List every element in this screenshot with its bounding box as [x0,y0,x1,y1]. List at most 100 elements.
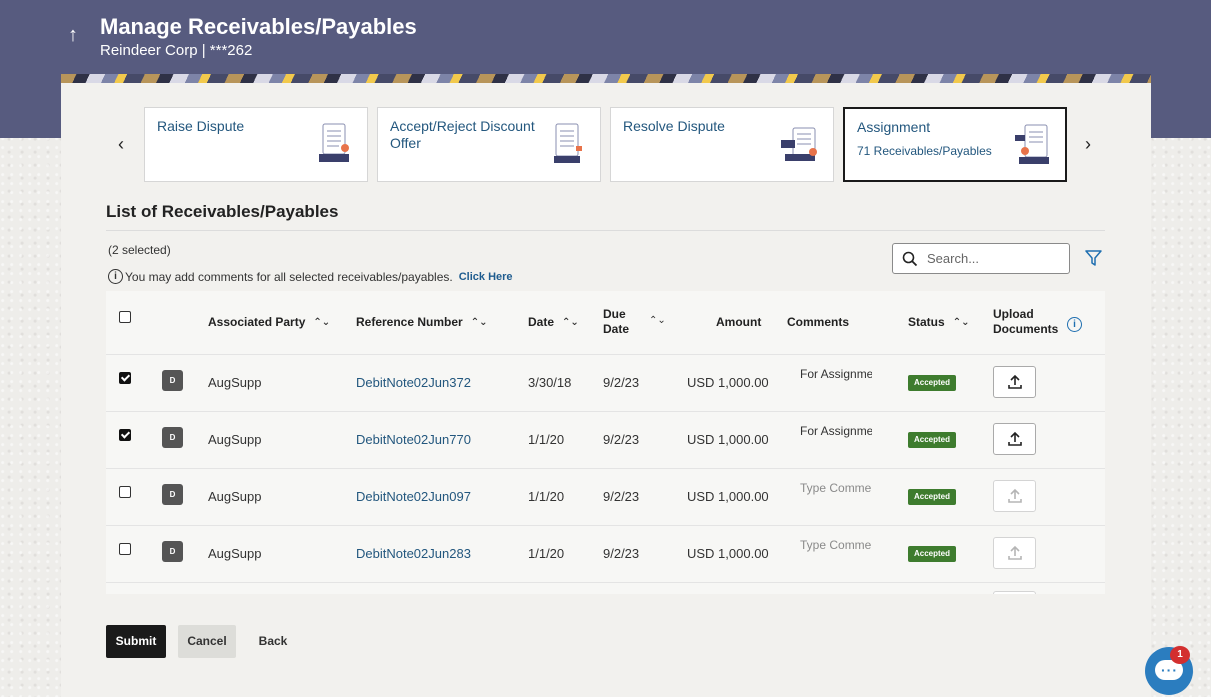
date: 3/30/18 [528,375,572,390]
due-date: 9/2/23 [603,375,640,390]
header-date[interactable]: Date ⌃⌄ [528,315,579,330]
upload-button[interactable] [993,423,1036,455]
due-date: 9/2/23 [603,489,640,504]
avatar: D [162,427,183,448]
receivables-table: Associated Party ⌃⌄ Reference Number ⌃⌄ Da… [106,291,1105,594]
table-row-partial [106,583,1105,594]
notification-badge: 1 [1170,646,1190,664]
back-button[interactable]: Back [250,625,296,658]
card-raise-dispute[interactable]: Raise Dispute [144,107,368,182]
comment-input[interactable]: Type Comme [800,538,872,552]
avatar: D [162,541,183,562]
associated-party: AugSupp [208,546,262,561]
comment-hint: i You may add comments for all selected … [108,269,513,284]
card-assignment[interactable]: Assignment 71 Receivables/Payables [843,107,1067,182]
document-assign-icon [1015,124,1049,164]
card-title: Raise Dispute [157,118,245,134]
sort-icon: ⌃⌄ [562,317,579,329]
header-status[interactable]: Status ⌃⌄ [908,315,969,330]
card-title: Resolve Dispute [623,118,725,134]
upload-icon [1008,431,1022,446]
document-resolve-icon [781,127,817,161]
search-box[interactable] [892,243,1070,274]
header-upload-documents: Upload Documents [993,307,1059,336]
reference-link[interactable]: DebitNote02Jun372 [356,375,471,390]
header-due-date[interactable]: Due Date [603,307,643,337]
sort-icon[interactable]: ⌃⌄ [649,315,666,326]
card-accept-reject-discount[interactable]: Accept/Reject Discount Offer [377,107,601,182]
avatar: D [162,484,183,505]
comment-input[interactable]: For Assignme [800,424,872,438]
associated-party: AugSupp [208,375,262,390]
sort-icon: ⌃⌄ [470,317,488,329]
row-checkbox[interactable] [119,372,131,384]
hint-text: You may add comments for all selected re… [125,269,453,284]
table-row: D AugSupp DebitNote02Jun097 1/1/20 9/2/2… [106,469,1105,526]
reference-link[interactable]: DebitNote02Jun770 [356,432,471,447]
selected-count: (2 selected) [108,243,171,257]
page-title: Manage Receivables/Payables [100,14,417,39]
page-subtitle: Reindeer Corp | ***262 [100,42,253,59]
decorative-banner [61,74,1151,83]
upload-button[interactable] [993,537,1036,569]
document-edit-icon [319,123,349,162]
sort-icon: ⌃⌄ [952,317,970,329]
sort-icon: ⌃⌄ [313,317,331,329]
carousel-prev-icon[interactable]: ‹ [118,134,124,155]
avatar: D [162,370,183,391]
due-date: 9/2/23 [603,432,640,447]
status-badge: Accepted [908,546,957,562]
table-row: D AugSupp DebitNote02Jun770 1/1/20 9/2/2… [106,412,1105,469]
associated-party: AugSupp [208,489,262,504]
row-checkbox[interactable] [119,486,131,498]
card-count: 71 Receivables/Payables [857,144,992,158]
associated-party: AugSupp [208,432,262,447]
table-row: D AugSupp DebitNote02Jun283 1/1/20 9/2/2… [106,526,1105,583]
table-header: Associated Party ⌃⌄ Reference Number ⌃⌄ Da… [106,291,1105,355]
info-icon: i [108,269,123,284]
date: 1/1/20 [528,489,565,504]
card-resolve-dispute[interactable]: Resolve Dispute [610,107,834,182]
due-date: 9/2/23 [603,546,640,561]
status-badge: Accepted [908,489,957,505]
comment-input[interactable]: Type Comme [800,481,872,495]
reference-link[interactable]: DebitNote02Jun283 [356,546,471,561]
row-checkbox[interactable] [119,429,131,441]
amount: USD 1,000.00 [687,489,769,504]
header-reference-number[interactable]: Reference Number ⌃⌄ [356,315,487,330]
date: 1/1/20 [528,546,565,561]
upload-button[interactable] [993,591,1036,594]
divider [106,230,1105,231]
chat-dots: ··· [1161,662,1178,678]
card-title: Assignment [857,119,931,135]
upload-button[interactable] [993,480,1036,512]
select-all-checkbox[interactable] [119,311,131,323]
submit-button[interactable]: Submit [106,625,166,658]
filter-icon[interactable] [1085,250,1102,266]
amount: USD 1,000.00 [687,546,769,561]
search-icon [902,251,918,267]
upload-icon [1008,488,1022,503]
carousel-next-icon[interactable]: › [1085,134,1091,155]
search-input[interactable] [925,250,1059,267]
list-title: List of Receivables/Payables [106,202,339,221]
document-list-icon [554,123,582,163]
chat-button[interactable]: ··· 1 [1145,646,1193,695]
header-associated-party[interactable]: Associated Party ⌃⌄ [208,315,330,330]
table-row: D AugSupp DebitNote02Jun372 3/30/18 9/2/… [106,355,1105,412]
click-here-link[interactable]: Click Here [459,271,513,283]
header-amount: Amount [716,315,762,329]
upload-button[interactable] [993,366,1036,398]
reference-link[interactable]: DebitNote02Jun097 [356,489,471,504]
header-comments: Comments [787,315,850,329]
card-title: Accept/Reject Discount Offer [390,118,535,151]
upload-icon [1008,374,1022,389]
comment-input[interactable]: For Assignme [800,367,872,381]
status-badge: Accepted [908,375,957,391]
upload-info-icon[interactable]: i [1067,317,1082,332]
amount: USD 1,000.00 [687,375,769,390]
row-checkbox[interactable] [119,543,131,555]
cancel-button[interactable]: Cancel [178,625,236,658]
back-arrow-icon[interactable]: ↑ [68,24,78,47]
upload-icon [1008,545,1022,560]
